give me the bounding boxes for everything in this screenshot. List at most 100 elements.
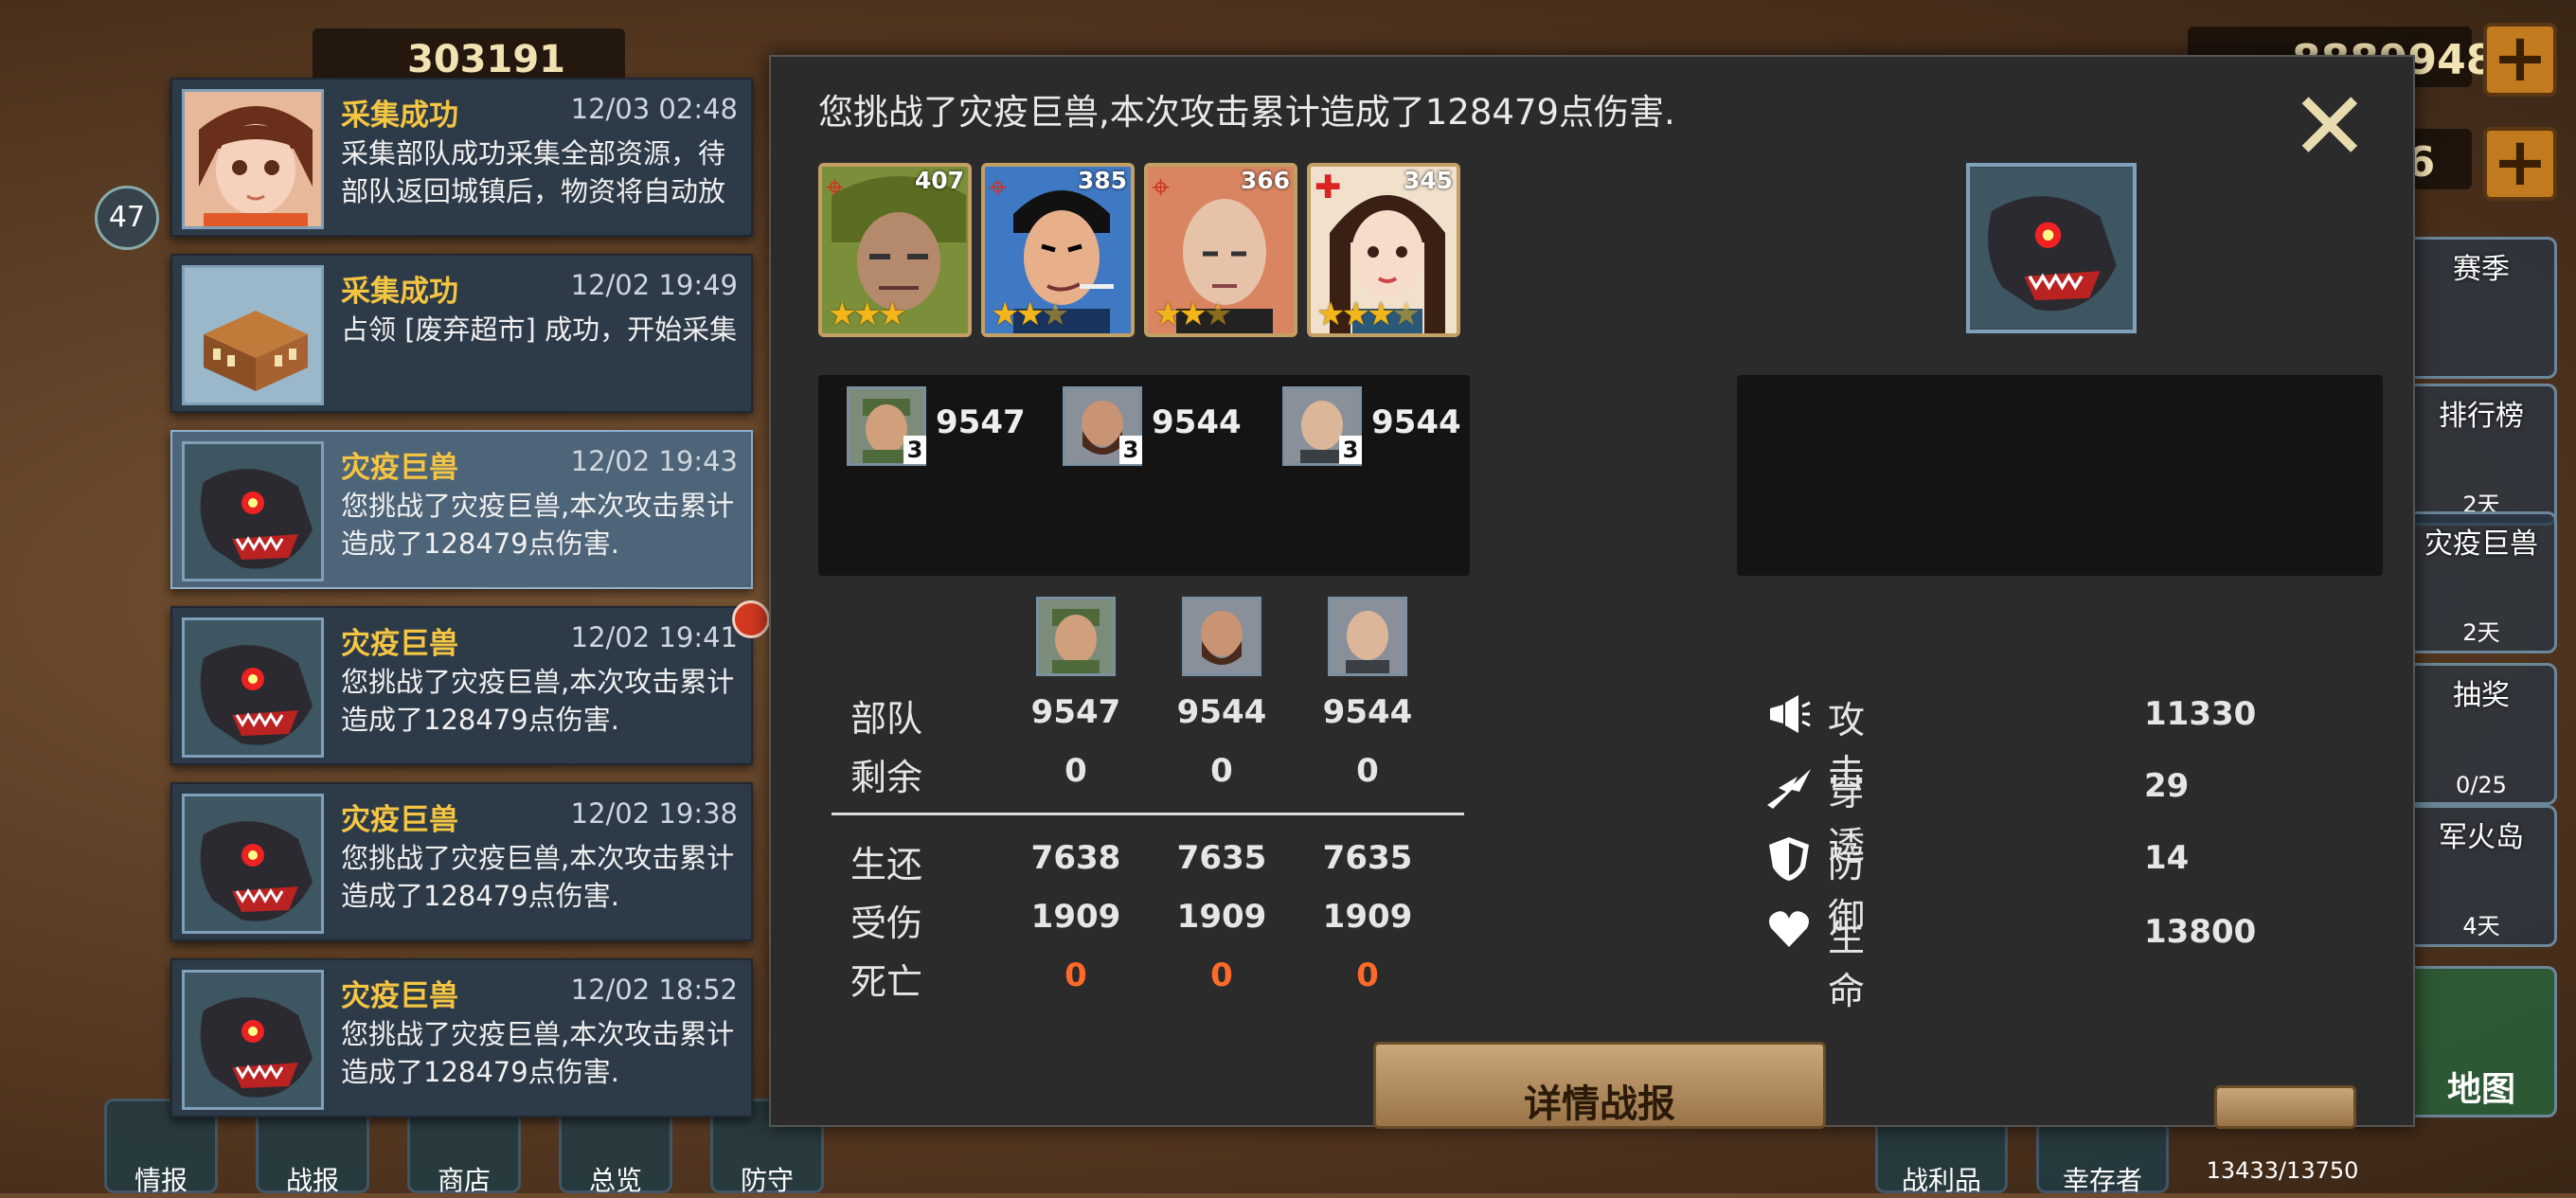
row-label-wounded: 受伤 <box>850 903 923 944</box>
side-button-arms-island[interactable]: 军火岛 4天 <box>2406 805 2557 947</box>
map-button[interactable]: 地图 <box>2406 966 2557 1118</box>
hero-level: 407 <box>914 167 964 194</box>
side-button-label: 抽奖 <box>2453 679 2510 712</box>
side-button-sub: 2天 <box>2462 619 2500 646</box>
row-label-dead: 死亡 <box>850 961 923 1003</box>
mail-time: 12/02 19:38 <box>570 797 738 830</box>
cell-remaining: 0 <box>1064 752 1087 790</box>
add-gems-button[interactable]: + <box>2483 127 2557 201</box>
battle-report-dialog: 您挑战了灾疫巨兽,本次攻击累计造成了128479点伤害. ✕ ⌖ 407 ★★★… <box>769 55 2415 1129</box>
troop-tier: 3 <box>1339 436 1362 464</box>
mail-item[interactable]: 灾疫巨兽 12/02 19:41 您挑战了灾疫巨兽,本次攻击累计造成了12847… <box>170 600 770 765</box>
boss-portrait <box>1966 163 2137 333</box>
cell-remaining: 0 <box>1356 752 1379 790</box>
stat-label: 生命 <box>1828 918 1866 1013</box>
mail-sender: 灾疫巨兽 <box>341 627 458 661</box>
mail-time: 12/03 02:48 <box>570 93 738 125</box>
dragon-icon <box>182 970 324 1110</box>
side-button-lottery[interactable]: 抽奖 0/25 <box>2406 663 2557 805</box>
nav-label: 防守 <box>740 1165 794 1196</box>
hero-card[interactable]: ✚ 345 ★★★★ <box>1307 163 1460 337</box>
dragon-icon <box>1970 168 2133 329</box>
side-button-boss[interactable]: 灾疫巨兽 2天 <box>2406 511 2557 653</box>
hero-card[interactable]: ⌖ 385 ★★★ <box>981 163 1135 337</box>
attack-icon <box>1765 691 1813 739</box>
heart-icon <box>1765 909 1813 957</box>
troop-tier: 3 <box>903 436 926 464</box>
mail-sender: 灾疫巨兽 <box>341 803 458 837</box>
troop-tier: 3 <box>1119 436 1142 464</box>
player-level: 47 <box>108 201 146 234</box>
hero-stars: ★★★★ <box>1316 295 1421 333</box>
cell-troops: 9547 <box>1030 693 1121 731</box>
cell-dead: 0 <box>1210 957 1233 994</box>
dragon-icon <box>182 617 324 758</box>
mail-item[interactable]: 采集成功 12/02 19:49 占领 [废弃超市] 成功，开始采集 <box>170 254 753 413</box>
mail-sender: 灾疫巨兽 <box>341 979 458 1013</box>
side-button-label: 军火岛 <box>2439 821 2524 854</box>
map-label: 地图 <box>2446 1070 2515 1109</box>
power-value: 303191 <box>407 38 565 81</box>
side-button-season[interactable]: 赛季 <box>2406 237 2557 379</box>
cell-remaining: 0 <box>1210 752 1233 790</box>
hero-level: 366 <box>1240 167 1290 194</box>
cell-wounded: 1909 <box>1030 898 1121 936</box>
mail-sender: 采集成功 <box>341 275 458 309</box>
side-button-sub: 0/25 <box>2456 772 2507 798</box>
cell-wounded: 1909 <box>1322 898 1413 936</box>
enemy-troops-panel <box>1737 375 2383 576</box>
soldier-bandana-icon <box>1036 597 1116 676</box>
soldier-bearded-icon <box>1182 597 1261 676</box>
cell-troops: 9544 <box>1322 693 1413 731</box>
shield-icon <box>1765 835 1813 883</box>
hero-stars: ★★★ <box>1154 295 1233 333</box>
mail-preview: 您挑战了灾疫巨兽,本次攻击累计造成了128479点伤害. <box>341 490 735 560</box>
nav-label: 总览 <box>588 1165 642 1196</box>
cell-dead: 0 <box>1356 957 1379 994</box>
target-icon: ⌖ <box>826 169 845 206</box>
cell-survived: 7638 <box>1030 839 1121 877</box>
mail-preview: 您挑战了灾疫巨兽,本次攻击累计造成了128479点伤害. <box>341 842 735 912</box>
target-icon: ⌖ <box>1152 169 1171 206</box>
mail-preview: 采集部队成功采集全部资源，待部队返回城镇后，物资将自动放 <box>341 137 726 207</box>
close-icon: ✕ <box>2290 71 2370 182</box>
side-button-label: 灾疫巨兽 <box>2424 527 2538 561</box>
detail-report-button[interactable]: 详情战报 <box>1373 1042 1826 1129</box>
side-button-label: 排行榜 <box>2439 400 2524 433</box>
storage-value: 13433/13750 <box>2206 1157 2359 1184</box>
hero-card[interactable]: ⌖ 407 ★★★ <box>818 163 972 337</box>
soldier-bald-icon <box>1328 597 1407 676</box>
hero-level: 345 <box>1403 167 1453 194</box>
mail-item[interactable]: 灾疫巨兽 12/02 19:38 您挑战了灾疫巨兽,本次攻击累计造成了12847… <box>170 782 753 941</box>
add-gold-button[interactable]: + <box>2483 23 2557 97</box>
share-button[interactable] <box>2214 1085 2356 1129</box>
mail-item[interactable]: 采集成功 12/03 02:48 采集部队成功采集全部资源，待部队返回城镇后，物… <box>170 78 753 237</box>
mail-sender: 采集成功 <box>341 98 458 133</box>
hero-stars: ★★★ <box>828 295 906 333</box>
nav-label: 情报 <box>134 1165 188 1196</box>
dragon-icon <box>182 441 324 581</box>
mail-sender: 灾疫巨兽 <box>341 451 458 485</box>
side-button-ranking[interactable]: 排行榜 2天 <box>2406 384 2557 526</box>
pierce-icon <box>1765 763 1813 811</box>
mail-item-selected[interactable]: 灾疫巨兽 12/02 19:43 您挑战了灾疫巨兽,本次攻击累计造成了12847… <box>170 430 753 589</box>
mail-time: 12/02 19:43 <box>570 445 738 477</box>
mail-item[interactable]: 灾疫巨兽 12/02 18:52 您挑战了灾疫巨兽,本次攻击累计造成了12847… <box>170 958 753 1118</box>
mail-time: 12/02 19:49 <box>570 269 738 301</box>
mail-time: 12/02 18:52 <box>570 974 738 1006</box>
troop-count: 9544 <box>1371 403 1461 441</box>
side-button-label: 赛季 <box>2453 253 2510 286</box>
cell-wounded: 1909 <box>1176 898 1267 936</box>
player-level-badge: 47 <box>95 186 159 250</box>
stat-value: 14 <box>2144 839 2190 877</box>
detail-report-label: 详情战报 <box>1524 1082 1675 1126</box>
power-display: 303191 <box>313 28 625 85</box>
mail-preview: 您挑战了灾疫巨兽,本次攻击累计造成了128479点伤害. <box>341 666 735 736</box>
medic-icon: ✚ <box>1315 169 1342 206</box>
nav-label: 战报 <box>285 1165 339 1196</box>
cell-survived: 7635 <box>1176 839 1267 877</box>
player-troops-panel: 3 9547 3 9544 3 9544 <box>818 375 1470 576</box>
close-button[interactable]: ✕ <box>2290 80 2370 174</box>
hero-card[interactable]: ⌖ 366 ★★★ <box>1144 163 1297 337</box>
stat-value: 13800 <box>2144 913 2257 951</box>
